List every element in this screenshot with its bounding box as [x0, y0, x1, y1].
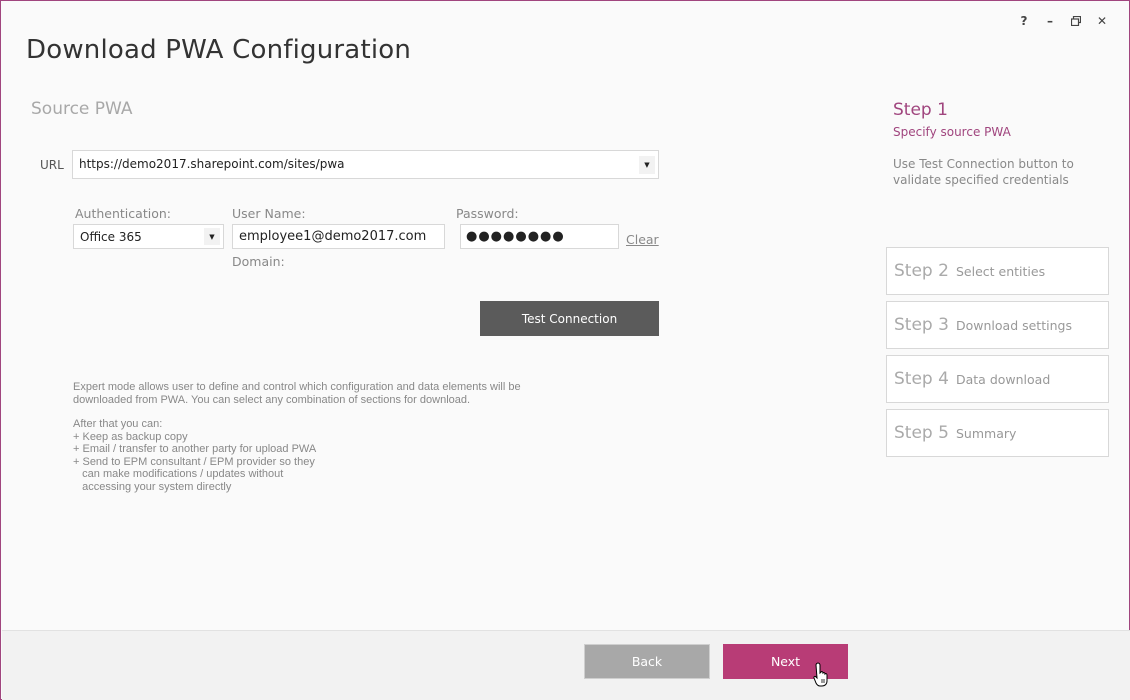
url-value: https://demo2017.sharepoint.com/sites/pw… — [79, 157, 345, 171]
info-paragraph-2: After that you can: + Keep as backup cop… — [73, 418, 317, 493]
step-item[interactable]: Step 3 Download settings — [886, 301, 1109, 349]
step-number: Step 5 — [894, 423, 949, 443]
step-number: Step 4 — [894, 369, 949, 389]
domain-label: Domain: — [232, 254, 285, 269]
window-controls: ? – ✕ — [1011, 11, 1115, 31]
restore-icon[interactable] — [1063, 11, 1089, 31]
auth-label: Authentication: — [75, 206, 171, 221]
step-name: Select entities — [956, 263, 1046, 279]
chevron-down-icon[interactable]: ▼ — [204, 228, 220, 245]
footer-bar — [2, 630, 1130, 700]
step-number: Step 2 — [894, 261, 949, 281]
password-input[interactable]: ●●●●●●●● — [460, 224, 619, 249]
section-title: Source PWA — [31, 99, 133, 119]
chevron-down-icon[interactable]: ▼ — [639, 156, 655, 174]
auth-value: Office 365 — [80, 230, 142, 244]
username-label: User Name: — [232, 206, 306, 221]
password-label: Password: — [456, 206, 519, 221]
close-icon[interactable]: ✕ — [1089, 11, 1115, 31]
url-label: URL — [40, 158, 64, 172]
step-name: Download settings — [956, 317, 1072, 333]
step-name: Summary — [956, 425, 1017, 441]
step-number: Step 3 — [894, 315, 949, 335]
step-item[interactable]: Step 2 Select entities — [886, 247, 1109, 295]
page-title: Download PWA Configuration — [26, 35, 412, 65]
minimize-icon[interactable]: – — [1037, 11, 1063, 31]
help-icon[interactable]: ? — [1011, 11, 1037, 31]
active-step-title: Step 1 — [893, 100, 948, 120]
back-button[interactable]: Back — [584, 644, 710, 679]
username-input[interactable]: employee1@demo2017.com — [232, 224, 445, 249]
app-window: ? – ✕ Download PWA Configuration Source … — [0, 0, 1130, 700]
active-step-hint: Use Test Connection button to validate s… — [893, 157, 1074, 187]
auth-select[interactable]: Office 365 ▼ — [73, 224, 224, 249]
test-connection-button[interactable]: Test Connection — [480, 301, 659, 336]
step-item[interactable]: Step 4 Data download — [886, 355, 1109, 403]
step-item[interactable]: Step 5 Summary — [886, 409, 1109, 457]
url-combobox[interactable]: https://demo2017.sharepoint.com/sites/pw… — [72, 150, 659, 179]
hand-cursor-icon — [813, 662, 828, 687]
active-step-subtitle: Specify source PWA — [893, 125, 1011, 139]
info-paragraph-1: Expert mode allows user to define and co… — [73, 381, 521, 406]
clear-link[interactable]: Clear — [626, 232, 659, 247]
step-name: Data download — [956, 371, 1051, 387]
